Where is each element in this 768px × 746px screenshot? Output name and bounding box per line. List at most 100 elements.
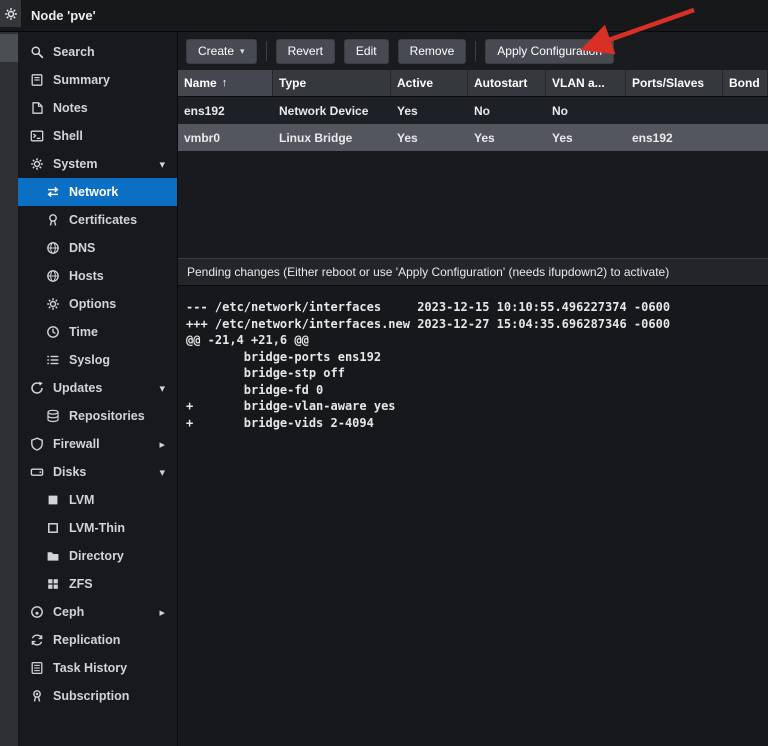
sidebar-item-subscription[interactable]: Subscription [18, 682, 177, 710]
sidebar-item-updates[interactable]: Updates▾ [18, 374, 177, 402]
diff-line: @@ -21,4 +21,6 @@ [186, 332, 768, 349]
sidebar-item-label: Shell [53, 129, 83, 143]
table-row-vmbr0[interactable]: vmbr0Linux BridgeYesYesYesens192 [178, 124, 768, 151]
list-icon [46, 353, 62, 367]
column-header-label: Bond [729, 76, 760, 90]
column-header-type[interactable]: Type [273, 70, 391, 96]
diff-view: --- /etc/network/interfaces 2023-12-15 1… [178, 286, 768, 746]
sidebar-item-time[interactable]: Time [18, 318, 177, 346]
sidebar-item-disks[interactable]: Disks ▾ [18, 458, 177, 486]
sort-ascending-icon: ↑ [222, 77, 228, 89]
diff-line: + bridge-vlan-aware yes [186, 398, 768, 415]
sidebar-item-system[interactable]: System ▾ [18, 150, 177, 178]
chevron-down-icon[interactable]: ▾ [159, 158, 165, 171]
table-cell: No [546, 97, 626, 124]
column-header-label: Ports/Slaves [632, 76, 704, 90]
chevron-right-icon[interactable]: ▸ [159, 438, 165, 451]
refresh-icon [30, 381, 46, 395]
sidebar-item-directory[interactable]: Directory [18, 542, 177, 570]
create-button[interactable]: Create ▾ [186, 39, 257, 64]
gear-icon [46, 297, 62, 311]
sidebar-item-label: LVM [69, 493, 94, 507]
square-icon [46, 493, 62, 507]
table-cell: Yes [546, 124, 626, 151]
hdd-icon [30, 465, 46, 479]
settings-gear-icon[interactable] [0, 0, 21, 27]
grid-header: Name↑ Type Active Autostart VLAN a... Ports/S… [178, 70, 768, 97]
globe-icon [46, 241, 62, 255]
table-cell: No [468, 97, 546, 124]
sidebar-item-options[interactable]: Options [18, 290, 177, 318]
tasks-icon [30, 661, 46, 675]
create-button-label: Create [198, 44, 234, 58]
diff-line: bridge-ports ens192 [186, 349, 768, 366]
sidebar-item-repositories[interactable]: Repositories [18, 402, 177, 430]
sidebar-item-label: LVM-Thin [69, 521, 125, 535]
grid-empty-area [178, 151, 768, 258]
terminal-icon [30, 129, 46, 143]
sidebar-item-lvm-thin[interactable]: LVM-Thin [18, 514, 177, 542]
table-row-ens192[interactable]: ens192Network DeviceYesNoNo [178, 97, 768, 124]
sidebar-item-dns[interactable]: DNS [18, 234, 177, 262]
sidebar-item-task-history[interactable]: Task History [18, 654, 177, 682]
sidebar-item-label: Network [69, 185, 118, 199]
table-cell [723, 124, 768, 151]
edit-button[interactable]: Edit [344, 39, 389, 64]
chevron-right-icon[interactable]: ▸ [159, 606, 165, 619]
chevron-down-icon[interactable]: ▾ [159, 382, 165, 395]
toolbar: Create ▾ Revert Edit Remove Apply Config… [178, 32, 768, 70]
sidebar-item-summary[interactable]: Summary [18, 66, 177, 94]
remove-button[interactable]: Remove [398, 39, 467, 64]
sidebar-item-label: Ceph [53, 605, 84, 619]
diff-line: bridge-stp off [186, 365, 768, 382]
table-cell [626, 97, 723, 124]
column-header-vlan-a[interactable]: VLAN a... [546, 70, 626, 96]
certificate-icon [46, 213, 62, 227]
column-header-autostart[interactable]: Autostart [468, 70, 546, 96]
column-header-label: Type [279, 76, 306, 90]
sidebar-item-shell[interactable]: Shell [18, 122, 177, 150]
sidebar-item-label: Search [53, 45, 95, 59]
sidebar-item-label: System [53, 157, 97, 171]
apply-configuration-button[interactable]: Apply Configuration [485, 39, 614, 64]
sidebar-item-label: Syslog [69, 353, 110, 367]
chevron-down-icon[interactable]: ▾ [159, 466, 165, 479]
sidebar-item-hosts[interactable]: Hosts [18, 262, 177, 290]
collapsed-panel-strip[interactable] [0, 32, 18, 746]
database-icon [46, 409, 62, 423]
table-cell: Network Device [273, 97, 391, 124]
sidebar-item-certificates[interactable]: Certificates [18, 206, 177, 234]
table-cell: Linux Bridge [273, 124, 391, 151]
sidebar-item-firewall[interactable]: Firewall▸ [18, 430, 177, 458]
sidebar-item-syslog[interactable]: Syslog [18, 346, 177, 374]
toolbar-separator [475, 41, 476, 61]
sidebar-item-label: Certificates [69, 213, 137, 227]
sidebar-item-replication[interactable]: Replication [18, 626, 177, 654]
sidebar-item-label: Replication [53, 633, 120, 647]
sidebar-item-network[interactable]: Network [18, 178, 177, 206]
column-header-active[interactable]: Active [391, 70, 468, 96]
diff-line: --- /etc/network/interfaces 2023-12-15 1… [186, 299, 768, 316]
sidebar-item-label: Disks [53, 465, 86, 479]
folder-icon [46, 549, 62, 563]
column-header-bond[interactable]: Bond [723, 70, 768, 96]
sidebar-item-label: Task History [53, 661, 127, 675]
collapsed-panel-handle[interactable] [0, 34, 18, 62]
table-cell: ens192 [626, 124, 723, 151]
sidebar-item-search[interactable]: Search [18, 38, 177, 66]
column-header-label: Autostart [474, 76, 527, 90]
sidebar-item-zfs[interactable]: ZFS [18, 570, 177, 598]
revert-button[interactable]: Revert [276, 39, 335, 64]
toolbar-separator [266, 41, 267, 61]
table-cell: Yes [391, 124, 468, 151]
sidebar-item-lvm[interactable]: LVM [18, 486, 177, 514]
sidebar-item-label: Directory [69, 549, 124, 563]
column-header-label: VLAN a... [552, 76, 605, 90]
replication-icon [30, 633, 46, 647]
sidebar-item-ceph[interactable]: Ceph ▸ [18, 598, 177, 626]
note-icon [30, 101, 46, 115]
top-bar: Node 'pve' [0, 0, 768, 32]
column-header-ports-slaves[interactable]: Ports/Slaves [626, 70, 723, 96]
sidebar-item-notes[interactable]: Notes [18, 94, 177, 122]
column-header-name[interactable]: Name↑ [178, 70, 273, 96]
